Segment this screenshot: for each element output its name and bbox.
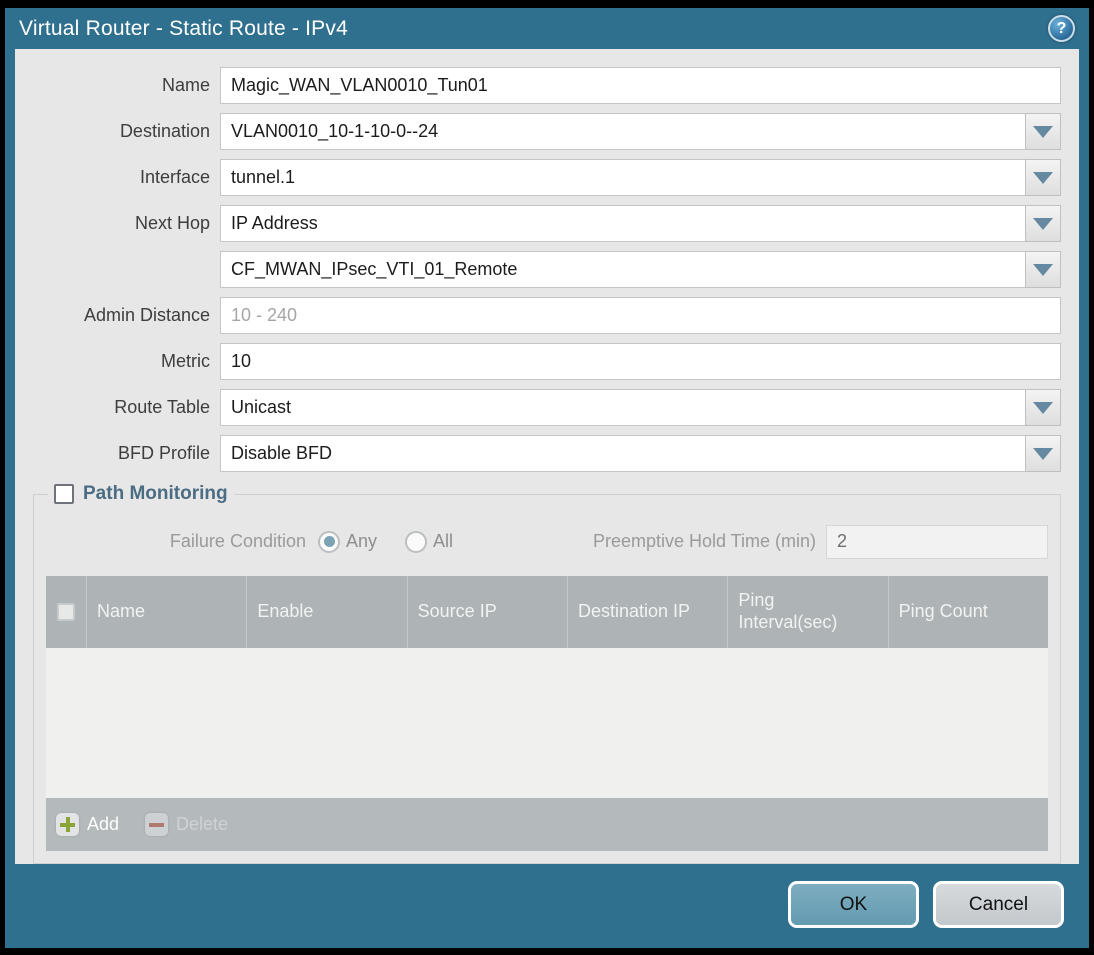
metric-input[interactable] [220,343,1061,380]
destination-field [220,113,1061,150]
name-label: Name [161,75,210,95]
admin-distance-field [220,297,1061,334]
path-monitoring-legend: Path Monitoring [48,483,234,505]
cancel-button[interactable]: Cancel [933,881,1064,928]
radio-any-label: Any [346,531,378,551]
route-table-input[interactable] [220,389,1025,426]
route-table-field-row: Route Table [33,389,1061,426]
name-field-row: Name [33,67,1061,104]
ok-button[interactable]: OK [788,881,919,928]
interface-field [220,159,1061,196]
dialog-title: Virtual Router - Static Route - IPv4 [19,16,348,40]
radio-all-label: All [433,531,454,551]
next-hop-type-input[interactable] [220,205,1025,242]
admin-distance-input[interactable] [220,297,1061,334]
dialog-footer: OK Cancel [5,864,1089,948]
dialog-content: Name Destination Interface [15,49,1079,864]
next-hop-field-row: Next Hop [33,205,1061,242]
table-header-row: Name Enable Source IP Destination IP Pin… [46,576,1048,648]
path-monitoring-table: Name Enable Source IP Destination IP Pin… [46,576,1048,851]
interface-label: Interface [139,167,210,187]
bfd-profile-label: BFD Profile [117,443,210,463]
delete-button[interactable]: Delete [145,813,228,836]
admin-distance-label: Admin Distance [83,305,210,325]
failure-condition-all-option: All [405,530,454,553]
next-hop-dropdown-button[interactable] [1025,205,1061,242]
chevron-down-icon [1033,171,1053,184]
admin-distance-field-row: Admin Distance [33,297,1061,334]
add-button-label: Add [87,814,120,834]
metric-label: Metric [161,351,210,371]
table-toolbar: Add Delete [46,798,1048,851]
name-input[interactable] [220,67,1061,104]
bfd-profile-dropdown-button[interactable] [1025,435,1061,472]
radio-any[interactable] [318,530,340,553]
radio-all[interactable] [405,530,428,553]
minus-icon [145,813,169,836]
next-hop-field [220,205,1061,242]
preemptive-hold-time-input[interactable] [826,524,1048,559]
static-route-dialog: Virtual Router - Static Route - IPv4 Nam… [5,8,1089,948]
name-field [220,67,1061,104]
bfd-profile-field-row: BFD Profile [33,435,1061,472]
column-header-destination-ip[interactable]: Destination IP [568,576,729,648]
bfd-profile-field [220,435,1061,472]
add-button[interactable]: Add [56,813,119,836]
destination-dropdown-button[interactable] [1025,113,1061,150]
plus-icon [56,813,79,836]
destination-input[interactable] [220,113,1025,150]
interface-field-row: Interface [33,159,1061,196]
metric-field-row: Metric [33,343,1061,380]
route-table-field [220,389,1061,426]
route-table-label: Route Table [114,397,210,417]
next-hop-address-dropdown-button[interactable] [1025,251,1061,288]
chevron-down-icon [1033,447,1053,460]
next-hop-address-input[interactable] [220,251,1025,288]
interface-input[interactable] [220,159,1025,196]
chevron-down-icon [1033,401,1053,414]
table-body-empty [46,648,1048,798]
path-monitoring-checkbox[interactable] [54,484,74,504]
column-header-ping-interval[interactable]: Ping Interval(sec) [728,576,889,648]
titlebar: Virtual Router - Static Route - IPv4 [5,8,1089,49]
help-icon[interactable] [1048,15,1075,42]
path-monitoring-section: Path Monitoring Failure Condition Any Al… [33,483,1061,864]
column-header-source-ip[interactable]: Source IP [408,576,568,648]
column-header-enable[interactable]: Enable [247,576,408,648]
next-hop-label: Next Hop [134,213,210,233]
route-table-dropdown-button[interactable] [1025,389,1061,426]
column-header-ping-count[interactable]: Ping Count [889,576,1048,648]
select-all-checkbox[interactable] [57,603,75,621]
metric-field [220,343,1061,380]
interface-dropdown-button[interactable] [1025,159,1061,196]
dialog-frame: Virtual Router - Static Route - IPv4 Nam… [0,0,1094,955]
failure-condition-label: Failure Condition [169,531,306,551]
chevron-down-icon [1033,217,1053,230]
destination-field-row: Destination [33,113,1061,150]
failure-condition-row: Failure Condition Any All Preemptive Hol… [46,523,1048,560]
delete-button-label: Delete [176,814,229,834]
table-select-all-cell [46,576,87,648]
next-hop-address-row [33,251,1061,288]
next-hop-address-field [220,251,1061,288]
chevron-down-icon [1033,125,1053,138]
preemptive-hold-time-label: Preemptive Hold Time (min) [592,531,816,551]
failure-condition-any-option: Any [318,530,378,553]
bfd-profile-input[interactable] [220,435,1025,472]
destination-label: Destination [119,121,210,141]
path-monitoring-title: Path Monitoring [83,483,228,504]
column-header-name[interactable]: Name [87,576,248,648]
chevron-down-icon [1033,263,1053,276]
